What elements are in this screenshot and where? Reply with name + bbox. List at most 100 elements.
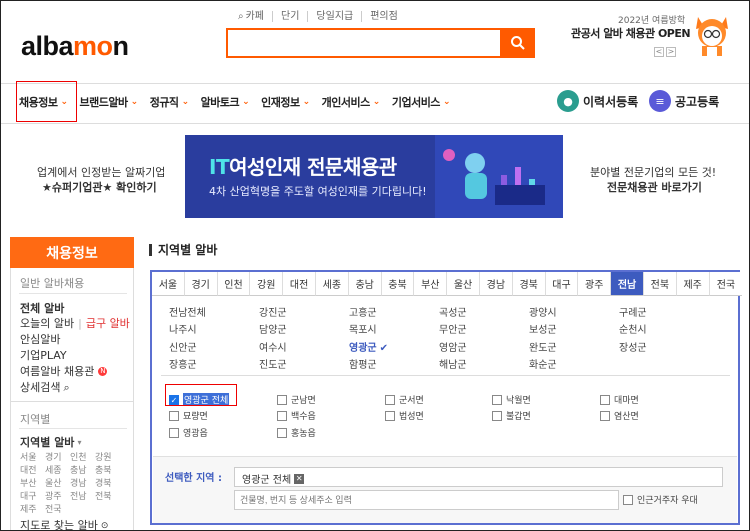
nav-item-talk[interactable]: 알바토크 ⌄ — [201, 94, 250, 110]
sidebar-item-today[interactable]: 오늘의 알바 — [20, 316, 74, 331]
town-checkbox[interactable]: 백수읍 — [277, 409, 316, 422]
remove-chip-icon[interactable]: ✕ — [294, 473, 305, 484]
nav-item-company[interactable]: 기업서비스 ⌄ — [392, 94, 451, 110]
county-link[interactable]: 곡성군 — [439, 304, 467, 319]
county-link[interactable]: 장흥군 — [169, 356, 197, 371]
it-women-banner[interactable]: IT여성인재 전문채용관 4차 산업혁명을 주도할 여성인재를 기다립니다! — [185, 135, 563, 218]
county-link[interactable]: 함평군 — [349, 356, 377, 371]
region-link[interactable]: 울산 — [45, 478, 70, 490]
nav-item-personal[interactable]: 개인서비스 ⌄ — [322, 94, 381, 110]
promo-prev-button[interactable]: < — [654, 47, 664, 57]
county-link[interactable]: 해남군 — [439, 356, 467, 371]
promo-next-button[interactable]: > — [666, 47, 676, 57]
sidebar-item-urgent[interactable]: 급구 알바 — [86, 316, 130, 331]
quick-link[interactable]: 단기 — [272, 11, 307, 22]
sidebar-item-detail-search[interactable]: 상세검색 — [20, 380, 60, 395]
region-link[interactable]: 전남 — [70, 491, 95, 503]
county-link[interactable]: 구례군 — [619, 304, 647, 319]
tab-region[interactable]: 서울 — [152, 272, 185, 296]
quick-link[interactable]: 카페 — [246, 11, 272, 22]
tab-region[interactable]: 울산 — [447, 272, 480, 296]
promo-title[interactable]: 관공서 알바 채용관 OPEN — [571, 25, 691, 41]
county-link[interactable]: 신안군 — [169, 339, 197, 354]
tab-region[interactable]: 대구 — [545, 272, 579, 296]
county-link[interactable]: 강진군 — [259, 304, 287, 319]
specialty-text[interactable]: 분야별 전문기업의 모든 것! — [590, 164, 716, 180]
tab-region[interactable]: 경기 — [184, 272, 218, 296]
nav-item-talent[interactable]: 인재정보 ⌄ — [261, 94, 310, 110]
near-resident-checkbox[interactable]: 인근거주자 우대 — [623, 493, 698, 506]
albamon-logo[interactable]: albamon — [21, 31, 129, 62]
county-link[interactable]: 무안군 — [439, 321, 467, 336]
tab-region[interactable]: 충남 — [348, 272, 382, 296]
sidebar-item-summer[interactable]: 여름알바 채용관 — [20, 364, 94, 379]
tab-region[interactable]: 대전 — [283, 272, 316, 296]
county-link[interactable]: 고흥군 — [349, 304, 377, 319]
region-link[interactable]: 대전 — [20, 465, 45, 477]
sidebar-region-title[interactable]: 지역별 알바 — [20, 435, 74, 450]
county-link[interactable]: 순천시 — [619, 321, 647, 336]
region-link[interactable]: 경남 — [70, 478, 95, 490]
tab-region[interactable]: 충북 — [381, 272, 415, 296]
county-link[interactable]: 보성군 — [529, 321, 557, 336]
nav-item-brand[interactable]: 브랜드알바 ⌄ — [80, 94, 139, 110]
specialty-link[interactable]: 전문채용관 바로가기 — [607, 179, 702, 195]
job-post-button[interactable]: ≡ 공고등록 — [649, 90, 719, 112]
region-link[interactable]: 경북 — [95, 478, 120, 490]
tab-region[interactable]: 전국 — [709, 272, 743, 296]
town-checkbox[interactable]: 군남면 — [277, 393, 316, 406]
county-link[interactable]: 여수시 — [259, 339, 287, 354]
region-link[interactable]: 강원 — [95, 452, 120, 464]
tab-region-selected[interactable]: 전남 — [611, 272, 644, 296]
county-link[interactable]: 나주시 — [169, 321, 197, 336]
tab-region[interactable]: 강원 — [250, 272, 284, 296]
tab-region[interactable]: 제주 — [676, 272, 710, 296]
detail-address-input[interactable] — [234, 490, 619, 510]
tab-region[interactable]: 세종 — [315, 272, 349, 296]
town-checkbox[interactable]: 묘량면 — [169, 409, 208, 422]
tab-region[interactable]: 전북 — [643, 272, 677, 296]
nav-item-fulltime[interactable]: 정규직 ⌄ — [150, 94, 189, 110]
town-checkbox[interactable]: 낙월면 — [492, 393, 531, 406]
region-link[interactable]: 서울 — [20, 452, 45, 464]
region-link[interactable]: 광주 — [45, 491, 70, 503]
county-link[interactable]: 담양군 — [259, 321, 287, 336]
quick-link[interactable]: 당일지급 — [307, 11, 361, 22]
tab-region[interactable]: 인천 — [217, 272, 251, 296]
tab-region[interactable]: 경북 — [512, 272, 546, 296]
sidebar-item-play[interactable]: 기업PLAY — [20, 348, 67, 363]
town-checkbox[interactable]: 대마면 — [600, 393, 639, 406]
sidebar-item-safe[interactable]: 안심알바 — [20, 332, 60, 347]
region-link[interactable]: 인천 — [70, 452, 95, 464]
region-link[interactable]: 세종 — [45, 465, 70, 477]
town-checkbox[interactable]: 영광읍 — [169, 426, 208, 439]
super-company-link[interactable]: ★슈퍼기업관★ 확인하기 — [42, 179, 157, 195]
tab-region[interactable]: 광주 — [578, 272, 612, 296]
county-link[interactable]: 광양시 — [529, 304, 557, 319]
resume-register-button[interactable]: ● 이력서등록 — [557, 90, 638, 112]
sidebar-item-all[interactable]: 전체 알바 — [20, 301, 64, 316]
region-link[interactable]: 충북 — [95, 465, 120, 477]
region-link[interactable]: 부산 — [20, 478, 45, 490]
search-button[interactable] — [501, 28, 535, 58]
sidebar-map-link[interactable]: 지도로 찾는 알바 — [20, 518, 98, 530]
county-link[interactable]: 목포시 — [349, 321, 377, 336]
town-checkbox[interactable]: 염산면 — [600, 409, 639, 422]
region-link[interactable]: 제주 — [20, 504, 45, 516]
sidebar-header[interactable]: 채용정보 — [10, 237, 134, 268]
county-link[interactable]: 전남전체 — [169, 304, 206, 319]
town-checkbox[interactable]: 군서면 — [385, 393, 424, 406]
county-link[interactable]: 화순군 — [529, 356, 557, 371]
quick-link[interactable]: 편의점 — [361, 11, 406, 22]
town-checkbox[interactable]: 불갑면 — [492, 409, 531, 422]
search-input[interactable] — [226, 28, 502, 58]
tab-region[interactable]: 부산 — [414, 272, 448, 296]
town-checkbox[interactable]: 법성면 — [385, 409, 424, 422]
county-link-selected[interactable]: 영광군 ✔ — [349, 339, 388, 354]
super-company-text[interactable]: 업계에서 인정받는 알짜기업 — [37, 164, 165, 180]
county-link[interactable]: 완도군 — [529, 339, 557, 354]
town-checkbox[interactable]: 홍농읍 — [277, 426, 316, 439]
county-link[interactable]: 영암군 — [439, 339, 467, 354]
region-link[interactable]: 전국 — [45, 504, 70, 516]
region-link[interactable]: 충남 — [70, 465, 95, 477]
